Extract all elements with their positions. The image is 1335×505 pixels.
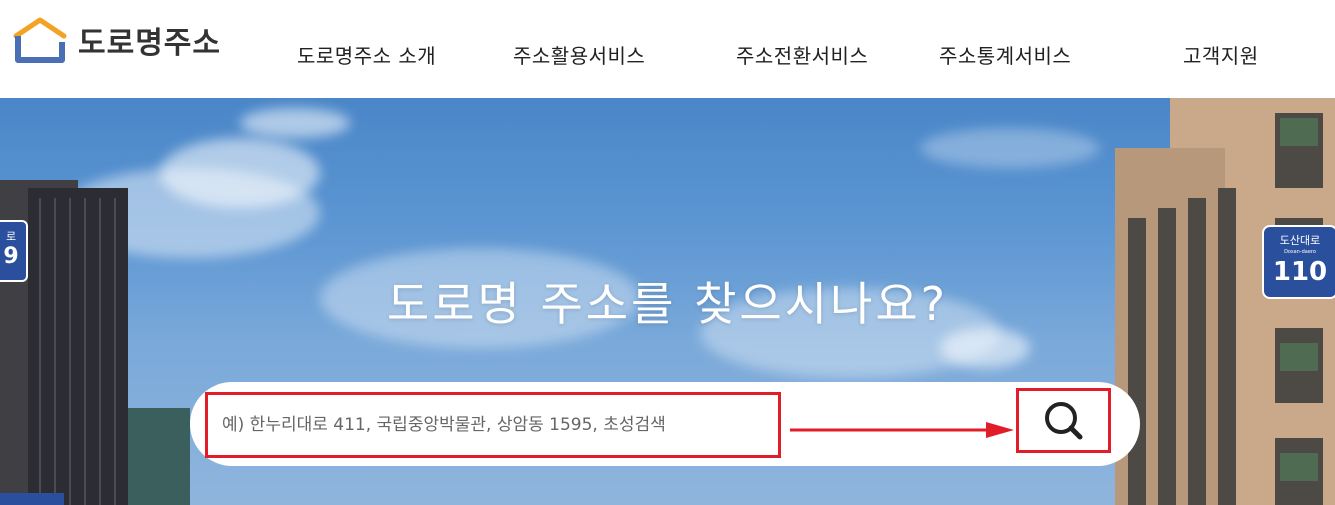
road-sign-left-number: 9 [3, 244, 19, 269]
logo-text: 도로명주소 [78, 26, 221, 61]
road-sign-right-roman: Dosan-daero [1284, 249, 1316, 255]
road-sign-right-name: 도산대로 [1279, 234, 1321, 247]
nav-item-support[interactable]: 고객지원 [1183, 40, 1259, 69]
search-button[interactable] [1016, 388, 1111, 453]
search-icon [1044, 401, 1082, 439]
red-arrow-annotation [790, 422, 1014, 438]
cloud [240, 108, 350, 138]
site-header: 도로명주소 도로명주소 소개 주소활용서비스 주소전환서비스 주소통계서비스 고… [0, 0, 1335, 98]
cloud [920, 128, 1100, 168]
nav-item-intro[interactable]: 도로명주소 소개 [297, 40, 436, 69]
cloud [940, 328, 1030, 368]
nav-item-conversion-service[interactable]: 주소전환서비스 [736, 40, 868, 69]
nav-item-usage-service[interactable]: 주소활용서비스 [513, 40, 645, 69]
address-search-input[interactable] [205, 392, 781, 458]
hero-title: 도로명 주소를 찾으시나요? [386, 277, 949, 331]
site-logo[interactable]: 도로명주소 [12, 16, 221, 64]
nav-item-statistics-service[interactable]: 주소통계서비스 [939, 40, 1071, 69]
road-sign-left-line1: 로 [5, 230, 17, 243]
home-logo-icon [13, 17, 67, 63]
